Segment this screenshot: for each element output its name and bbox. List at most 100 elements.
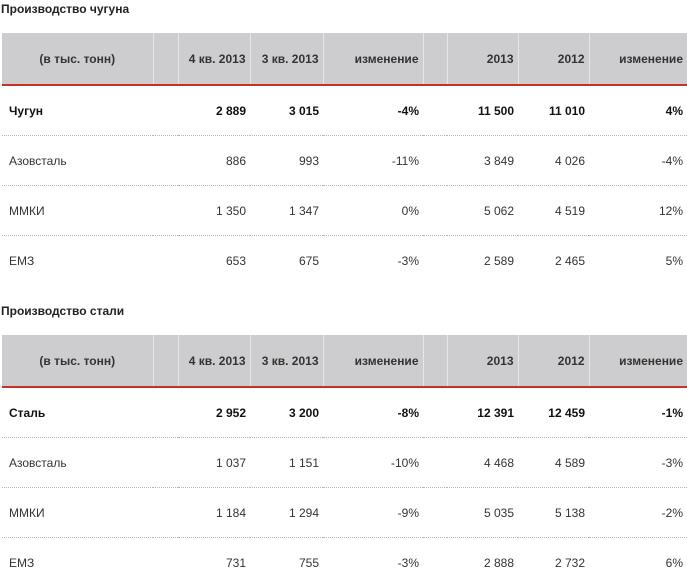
row-label: Азовсталь: [2, 136, 153, 186]
value-cell: 2 465: [518, 236, 589, 286]
row-label: ЕМЗ: [2, 538, 153, 587]
spacer-cell: [153, 387, 178, 438]
change-cell: 6%: [589, 538, 687, 587]
table-row: ММКИ 1 350 1 347 0% 5 062 4 519 12%: [2, 186, 687, 236]
value-cell: 675: [250, 236, 323, 286]
column-header-units: (в тыс. тонн): [2, 33, 153, 85]
value-cell: 5 062: [447, 186, 518, 236]
spacer-cell: [153, 136, 178, 186]
column-header-year-2012: 2012: [518, 335, 589, 387]
spacer-cell: [153, 85, 178, 136]
column-header-spacer: [153, 335, 178, 387]
change-cell: 4%: [589, 85, 687, 136]
value-cell: 3 015: [250, 85, 323, 136]
column-header-q3-2013: 3 кв. 2013: [250, 335, 323, 387]
value-cell: 12 459: [518, 387, 589, 438]
value-cell: 2 732: [518, 538, 589, 587]
pig-iron-production-table: (в тыс. тонн) 4 кв. 2013 3 кв. 2013 изме…: [2, 33, 687, 285]
value-cell: 5 035: [447, 488, 518, 538]
value-cell: 11 500: [447, 85, 518, 136]
change-cell: -8%: [323, 387, 423, 438]
steel-production-table: (в тыс. тонн) 4 кв. 2013 3 кв. 2013 изме…: [2, 335, 687, 587]
row-label: ЕМЗ: [2, 236, 153, 286]
value-cell: 5 138: [518, 488, 589, 538]
change-cell: -3%: [323, 236, 423, 286]
row-label: Чугун: [2, 85, 153, 136]
change-cell: -10%: [323, 438, 423, 488]
column-header-quarter-change: изменение: [323, 33, 423, 85]
table-row-total: Чугун 2 889 3 015 -4% 11 500 11 010 4%: [2, 85, 687, 136]
change-cell: -4%: [323, 85, 423, 136]
table-row: ММКИ 1 184 1 294 -9% 5 035 5 138 -2%: [2, 488, 687, 538]
value-cell: 1 347: [250, 186, 323, 236]
value-cell: 1 294: [250, 488, 323, 538]
row-label: ММКИ: [2, 186, 153, 236]
value-cell: 3 849: [447, 136, 518, 186]
value-cell: 11 010: [518, 85, 589, 136]
value-cell: 2 889: [178, 85, 250, 136]
value-cell: 12 391: [447, 387, 518, 438]
value-cell: 886: [178, 136, 250, 186]
column-header-q3-2013: 3 кв. 2013: [250, 33, 323, 85]
spacer-cell: [153, 538, 178, 587]
section-title-pig-iron: Производство чугуна: [1, 2, 129, 16]
spacer-cell: [423, 85, 447, 136]
value-cell: 4 026: [518, 136, 589, 186]
change-cell: -3%: [589, 438, 687, 488]
spacer-cell: [153, 236, 178, 286]
spacer-cell: [153, 438, 178, 488]
table-header-row: (в тыс. тонн) 4 кв. 2013 3 кв. 2013 изме…: [2, 33, 687, 85]
change-cell: -9%: [323, 488, 423, 538]
value-cell: 755: [250, 538, 323, 587]
change-cell: -4%: [589, 136, 687, 186]
table-row: ЕМЗ 731 755 -3% 2 888 2 732 6%: [2, 538, 687, 587]
spacer-cell: [423, 438, 447, 488]
column-header-q4-2013: 4 кв. 2013: [178, 33, 250, 85]
table-row: Азовсталь 886 993 -11% 3 849 4 026 -4%: [2, 136, 687, 186]
column-header-year-2013: 2013: [447, 33, 518, 85]
column-header-spacer: [153, 33, 178, 85]
value-cell: 2 589: [447, 236, 518, 286]
section-title-steel: Производство стали: [1, 304, 124, 318]
value-cell: 993: [250, 136, 323, 186]
row-label: Азовсталь: [2, 438, 153, 488]
value-cell: 4 589: [518, 438, 589, 488]
spacer-cell: [423, 387, 447, 438]
change-cell: 12%: [589, 186, 687, 236]
table-row: ЕМЗ 653 675 -3% 2 589 2 465 5%: [2, 236, 687, 286]
value-cell: 1 151: [250, 438, 323, 488]
row-label: ММКИ: [2, 488, 153, 538]
spacer-cell: [153, 186, 178, 236]
change-cell: -2%: [589, 488, 687, 538]
column-header-spacer: [423, 335, 447, 387]
change-cell: 5%: [589, 236, 687, 286]
spacer-cell: [423, 136, 447, 186]
value-cell: 1 184: [178, 488, 250, 538]
value-cell: 2 888: [447, 538, 518, 587]
column-header-year-change: изменение: [589, 335, 687, 387]
change-cell: -1%: [589, 387, 687, 438]
value-cell: 653: [178, 236, 250, 286]
column-header-year-2012: 2012: [518, 33, 589, 85]
value-cell: 2 952: [178, 387, 250, 438]
change-cell: -11%: [323, 136, 423, 186]
value-cell: 4 468: [447, 438, 518, 488]
column-header-spacer: [423, 33, 447, 85]
spacer-cell: [423, 488, 447, 538]
change-cell: -3%: [323, 538, 423, 587]
column-header-year-2013: 2013: [447, 335, 518, 387]
value-cell: 3 200: [250, 387, 323, 438]
spacer-cell: [423, 186, 447, 236]
table-row: Азовсталь 1 037 1 151 -10% 4 468 4 589 -…: [2, 438, 687, 488]
row-label: Сталь: [2, 387, 153, 438]
column-header-quarter-change: изменение: [323, 335, 423, 387]
column-header-year-change: изменение: [589, 33, 687, 85]
value-cell: 1 037: [178, 438, 250, 488]
table-header-row: (в тыс. тонн) 4 кв. 2013 3 кв. 2013 изме…: [2, 335, 687, 387]
column-header-units: (в тыс. тонн): [2, 335, 153, 387]
value-cell: 731: [178, 538, 250, 587]
column-header-q4-2013: 4 кв. 2013: [178, 335, 250, 387]
value-cell: 4 519: [518, 186, 589, 236]
table-row-total: Сталь 2 952 3 200 -8% 12 391 12 459 -1%: [2, 387, 687, 438]
spacer-cell: [423, 538, 447, 587]
